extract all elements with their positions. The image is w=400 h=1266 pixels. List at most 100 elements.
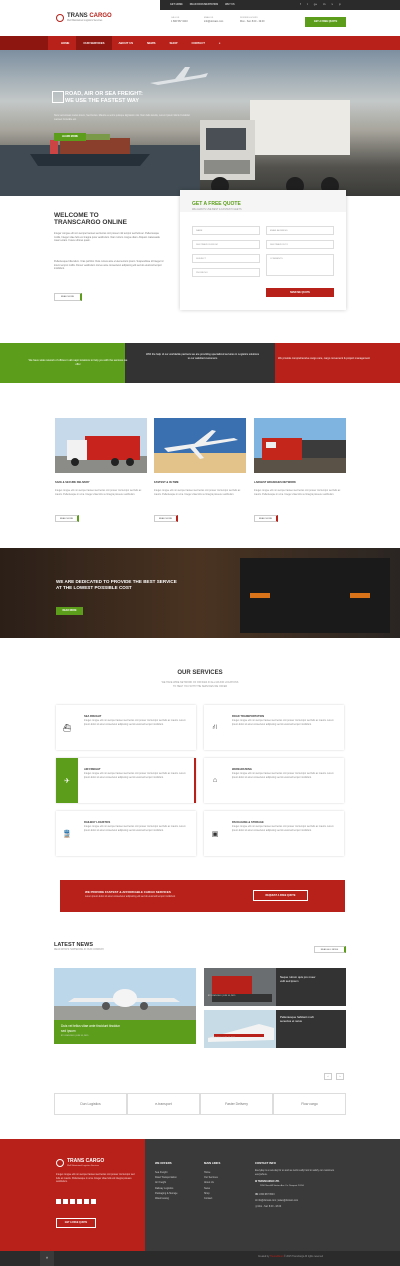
hero-learn-more-button[interactable]: LEARN MORE: [54, 133, 86, 141]
service-title: AIR FREIGHT: [84, 768, 101, 771]
nav-contact[interactable]: CONTACT: [184, 36, 211, 50]
band-red-text: We provide comprehensive cargo care, car…: [278, 357, 370, 360]
road-icon: ⛙: [204, 705, 226, 750]
hero-truck: [200, 100, 350, 195]
destination-to-field[interactable]: DESTINATION TO: [266, 240, 334, 249]
truck-image: [55, 418, 147, 473]
services-subtitle: WE HAVE WIDE NETWORK OF OFFICES IN ALL M…: [0, 681, 400, 689]
facebook-icon[interactable]: [56, 1199, 61, 1204]
email-field[interactable]: EMAIL ADDRESS: [266, 226, 334, 235]
service-title: ROAD TRANSPORTATION: [232, 715, 265, 718]
call-value: 1 800 567 3243: [171, 20, 188, 23]
news-main-image: [54, 968, 196, 1020]
feature-read-more-3[interactable]: READ MORE: [254, 515, 278, 522]
footer-quote-button[interactable]: GET A FREE QUOTE: [56, 1218, 96, 1228]
read-all-news-button[interactable]: READ ALL NEWS: [314, 946, 346, 953]
pinterest-icon[interactable]: [91, 1199, 96, 1204]
search-icon[interactable]: ⌕: [212, 36, 228, 50]
email-value[interactable]: info@domain.com: [204, 20, 223, 24]
copyright-text: © 2015 TransCargo All rights reserved: [284, 1256, 324, 1258]
services-subtitle-line2: TO HELP YOU WITH THE SERVICES WE OFFER: [172, 685, 228, 688]
top-link-why[interactable]: WHY US: [225, 3, 235, 6]
linkedin-icon[interactable]: in: [323, 2, 325, 6]
hero-title-line2: WE USE THE FASTEST WAY: [65, 98, 140, 104]
welcome-read-more-button[interactable]: READ MORE: [54, 293, 82, 301]
send-quote-button[interactable]: SEND ME QUOTE: [266, 288, 334, 297]
nav-news[interactable]: NEWS: [140, 36, 162, 50]
scroll-top-arrow-icon[interactable]: ˄: [40, 1251, 54, 1266]
ship-icon: ⛴: [56, 705, 78, 750]
news-side-1-line2: velit sed ipsum: [280, 979, 299, 983]
partner-logo-2[interactable]: e-transport: [127, 1093, 200, 1115]
news-main-caption[interactable]: Duis vel tellus vitae ante tincidunt tin…: [61, 1024, 120, 1033]
top-link-docs[interactable]: READ DOCUMENTATION: [190, 3, 218, 6]
news-prev-arrow-icon[interactable]: ‹: [324, 1073, 332, 1080]
main-nav: HOME OUR SERVICES ABOUT US NEWS SHOP CON…: [0, 36, 400, 50]
subject-field[interactable]: SUBJECT: [192, 254, 260, 263]
news-side-2-line2: senectus et netus: [280, 1019, 302, 1023]
service-text: Integer congue elit non semper laoreet s…: [84, 720, 186, 726]
google-plus-icon[interactable]: [70, 1199, 75, 1204]
google-plus-icon[interactable]: g+: [314, 2, 317, 6]
partner-logo-1[interactable]: Dun Logistics: [54, 1093, 127, 1115]
twitter-icon[interactable]: [63, 1199, 68, 1204]
nav-shop[interactable]: SHOP: [163, 36, 185, 50]
credit-link[interactable]: ThemeMount: [270, 1256, 284, 1258]
service-packaging-storage[interactable]: ▣ PACKAGING & STORAGE Integer congue eli…: [204, 811, 344, 856]
welcome-paragraph-2: Pellentesque bibendum. Cras porttitor. D…: [54, 260, 164, 271]
linkedin-icon[interactable]: [77, 1199, 82, 1204]
name-field[interactable]: NAME: [192, 226, 260, 235]
facebook-icon[interactable]: f: [300, 2, 301, 6]
service-text: Integer congue elit non semper laoreet s…: [232, 720, 334, 726]
footer-offer-link[interactable]: Warehousing: [155, 1196, 177, 1201]
news-main-meta: BY JOHN DEO | JUN 16, 2015: [61, 1035, 89, 1037]
service-title: WAREHOUSING: [232, 768, 252, 771]
service-road-transportation[interactable]: ⛙ ROAD TRANSPORTATION Integer congue eli…: [204, 705, 344, 750]
quote-title: GET A FREE QUOTE: [192, 201, 241, 207]
logo-icon[interactable]: [56, 14, 64, 22]
vimeo-icon[interactable]: [84, 1199, 89, 1204]
feature-text-3: Integer congue elit non semper laoreet s…: [254, 490, 341, 496]
footer-logo-title: TRANS CARGO: [67, 1158, 105, 1164]
plane-icon: ✈: [56, 758, 78, 803]
nav-home[interactable]: HOME: [54, 36, 76, 50]
service-text: Integer congue elit non semper laoreet s…: [84, 773, 186, 779]
partner-logo-4[interactable]: Flow cargo: [273, 1093, 346, 1115]
service-sea-freight[interactable]: ⛴ SEA FREIGHT Integer congue elit non se…: [56, 705, 196, 750]
news-next-arrow-icon[interactable]: ›: [336, 1073, 344, 1080]
service-text: Integer congue elit non semper laoreet s…: [232, 773, 334, 779]
feature-read-more-1[interactable]: READ MORE: [55, 515, 79, 522]
service-railway-logistics[interactable]: 🚆 RAILWAY LOGISTICS Integer congue elit …: [56, 811, 196, 856]
request-quote-button[interactable]: REQUEST A FREE QUOTE: [253, 890, 308, 901]
band-dark-text: With the help of our worldwide partners …: [145, 353, 260, 360]
top-link-home[interactable]: GET HOME: [170, 3, 183, 6]
service-title: RAILWAY LOGISTICS: [84, 821, 111, 824]
footer-main-link[interactable]: Contact: [204, 1196, 218, 1201]
service-text: Integer congue elit non semper laoreet s…: [232, 826, 334, 832]
pinterest-icon[interactable]: p: [339, 2, 341, 6]
comments-field[interactable]: COMMENTS: [266, 254, 334, 276]
nav-about[interactable]: ABOUT US: [112, 36, 141, 50]
logo-tagline: Well Maintained Logistics Services: [67, 20, 103, 22]
twitter-icon[interactable]: t: [307, 2, 308, 6]
footer-email[interactable]: ✉ info@domain.com | sales@domain.com: [255, 1199, 298, 1202]
logo-title[interactable]: TRANS CARGO: [67, 13, 112, 19]
phone-field[interactable]: PHONE NO: [192, 268, 260, 277]
vimeo-icon[interactable]: v: [331, 2, 333, 6]
banner-read-more-button[interactable]: READ MORE: [56, 607, 83, 615]
service-warehousing[interactable]: ⌂ WAREHOUSING Integer congue elit non se…: [204, 758, 344, 803]
partner-logo-3[interactable]: Faster Delivery: [200, 1093, 273, 1115]
feature-title-3: LARGEST BRANCHES NETWORK: [254, 481, 296, 484]
news-side-box-1: [276, 968, 346, 1006]
destination-from-field[interactable]: DESTINATION FROM: [192, 240, 260, 249]
service-air-freight[interactable]: ✈ AIR FREIGHT Integer congue elit non se…: [56, 758, 196, 803]
footer-offers-title: WE OFFERS: [155, 1161, 172, 1165]
partner-logos: Dun Logistics e-transport Faster Deliver…: [54, 1093, 346, 1115]
welcome-title: WELCOME TO TRANSCARGO ONLINE: [54, 212, 127, 226]
nav-services[interactable]: OUR SERVICES: [76, 36, 112, 50]
news-side-caption-1[interactable]: Neque rutrum quis pro nnew velit sed ips…: [280, 975, 315, 983]
feature-read-more-2[interactable]: READ MORE: [154, 515, 178, 522]
header-quote-button[interactable]: GET A FREE QUOTE: [305, 17, 346, 27]
news-main-caption-line1: Duis vel tellus vitae ante tincidunt tin…: [61, 1024, 121, 1028]
news-side-caption-2[interactable]: Pellentesque habitant morb senectus et n…: [280, 1015, 314, 1023]
